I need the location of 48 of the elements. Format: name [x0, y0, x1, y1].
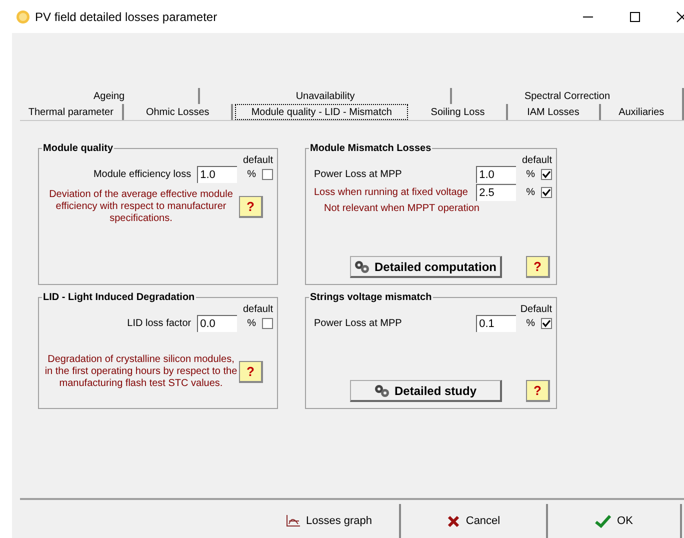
default-checkbox[interactable]: [262, 169, 273, 180]
checkmark-icon: [595, 514, 612, 528]
field-label: Power Loss at MPP: [314, 317, 402, 331]
unit-label: %: [526, 186, 535, 200]
cross-icon: [446, 514, 460, 528]
app-icon: [16, 10, 30, 24]
description-text: Deviation of the average effective module efficiency with respect to manufacturer specifications.: [48, 189, 234, 225]
field-label: Module efficiency loss: [93, 168, 192, 182]
default-label: default: [242, 154, 273, 165]
unit-label: %: [247, 317, 256, 331]
note-text: Not relevant when MPPT operation: [323, 202, 480, 216]
default-label: default: [242, 303, 273, 314]
action-button[interactable]: Detailed computation: [350, 256, 502, 278]
default-label: default: [522, 154, 552, 165]
default-checkbox[interactable]: [541, 169, 552, 180]
default-checkbox[interactable]: [262, 318, 273, 329]
help-button[interactable]: ?: [239, 361, 263, 383]
tab[interactable]: Module quality - LID - Mismatch: [235, 104, 408, 120]
chart-icon: [286, 515, 300, 527]
help-button[interactable]: ?: [239, 196, 263, 218]
value-field[interactable]: 2.5: [476, 184, 516, 201]
default-checkbox[interactable]: [541, 187, 552, 198]
maximize-icon[interactable]: [629, 10, 641, 22]
help-button[interactable]: ?: [526, 256, 550, 278]
unit-label: %: [247, 168, 256, 182]
tab[interactable]: IAM Losses: [508, 104, 601, 120]
default-checkbox[interactable]: [541, 318, 552, 329]
help-button[interactable]: ?: [526, 380, 550, 402]
window-title: PV field detailed losses parameter: [35, 8, 218, 26]
gears-icon: [374, 384, 390, 398]
default-label: Default: [520, 303, 552, 314]
tab[interactable]: Auxiliaries: [600, 104, 684, 120]
group-title: Strings voltage mismatch: [309, 290, 433, 305]
value-field[interactable]: 0.0: [197, 315, 238, 332]
group-title: Module quality: [42, 141, 114, 156]
group-title: LID - Light Induced Degradation: [42, 290, 196, 305]
value-field[interactable]: 1.0: [197, 166, 238, 183]
value-field[interactable]: 1.0: [476, 166, 516, 183]
value-field[interactable]: 0.1: [476, 315, 516, 332]
unit-label: %: [526, 168, 535, 182]
close-icon[interactable]: [676, 10, 684, 22]
gears-icon: [354, 260, 370, 274]
description-text: Degradation of crystalline silicon modules, in the first operating hours by respect to the manufacturing flash test STC values.: [44, 354, 238, 390]
action-button[interactable]: Detailed study: [350, 380, 502, 402]
field-label: LID loss factor: [127, 317, 192, 331]
field-label: Power Loss at MPP: [314, 168, 402, 182]
field-label: Loss when running at fixed voltage: [314, 186, 468, 200]
unit-label: %: [526, 317, 535, 331]
